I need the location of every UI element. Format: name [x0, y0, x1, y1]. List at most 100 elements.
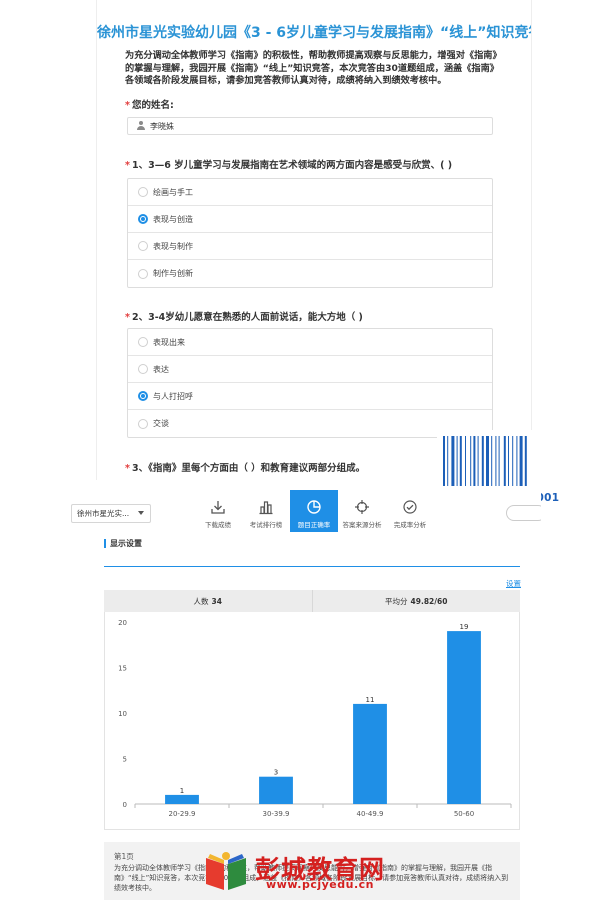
option-label: 表现与创造: [153, 214, 193, 224]
quiz-select-value: 徐州市星光实...: [77, 509, 130, 518]
radio-icon[interactable]: [138, 337, 148, 347]
question-3-text: 3、《指南》里每个方面由（ ）和教育建议两部分组成。: [131, 463, 366, 474]
barcode-bar: [519, 436, 523, 486]
option[interactable]: 制作与创新: [128, 260, 492, 287]
results-dashboard: 徐州市星光实... 下载成绩 考试排行榜 题目正确率 答案来源分析 完成率分析 …: [66, 490, 541, 900]
stat-count-label: 人数: [193, 596, 209, 606]
barcode-bar: [524, 436, 527, 486]
question-1-label: * 1、3—6 岁儿童学习与发展指南在艺术领域的两方面内容是感受与欣赏、( ): [125, 160, 453, 171]
tool-completion[interactable]: 完成率分析: [386, 490, 434, 532]
name-label-text: 您的姓名:: [131, 100, 174, 111]
option[interactable]: 与人打招呼: [128, 383, 492, 410]
tool-label: 完成率分析: [393, 521, 427, 529]
book-logo-icon: [206, 852, 246, 890]
radio-icon[interactable]: [138, 187, 148, 197]
user-icon: [136, 121, 146, 131]
toolbar-right-button[interactable]: [506, 505, 541, 521]
option-label: 制作与创新: [153, 269, 193, 278]
quiz-title: 徐州市星光实验幼儿园《3 - 6岁儿童学习与发展指南》“线上”知识竞答: [97, 25, 532, 41]
tool-label: 考试排行榜: [249, 521, 283, 529]
barcode-bar: [465, 436, 466, 486]
name-question-label: * 您的姓名:: [125, 100, 174, 111]
title-accent-bar: [104, 539, 106, 548]
option-label: 绘画与手工: [153, 187, 193, 197]
radio-icon[interactable]: [138, 418, 148, 429]
watermark-logo: 彭城教育网 www.pcjyedu.cn: [200, 848, 420, 896]
name-value: 李晓姝: [150, 121, 174, 131]
data-label: 3: [274, 769, 278, 777]
y-tick-label: 10: [118, 710, 127, 718]
divider: [104, 566, 520, 567]
radio-checked-icon[interactable]: [138, 214, 148, 224]
y-tick-label: 20: [118, 619, 127, 627]
tool-ranking[interactable]: 考试排行榜: [242, 490, 290, 532]
option[interactable]: 表现出来: [128, 329, 492, 356]
target-icon: [355, 500, 369, 514]
radio-icon[interactable]: [138, 268, 148, 279]
stat-average-value: 49.82/60: [410, 596, 448, 606]
barcode-bar: [473, 436, 476, 486]
option[interactable]: 表达: [128, 356, 492, 383]
barcode-bar: [451, 436, 455, 486]
question-2-options: 表现出来 表达 与人打招呼 交谈: [127, 328, 493, 438]
tool-download-scores[interactable]: 下载成绩: [194, 490, 242, 532]
tool-label: 下载成绩: [205, 521, 231, 529]
chart-svg: 0 5 10 15 20 1 20-29.9 3 30-39.9 11 40-49.9 19 50-60: [118, 619, 512, 818]
settings-link[interactable]: 设置: [506, 578, 521, 589]
x-tick-label: 20-29.9: [168, 810, 195, 818]
pie-chart-icon: [307, 500, 321, 514]
barcode-bar: [498, 436, 500, 486]
barcode-bar: [503, 436, 506, 486]
barcode-bar: [495, 436, 497, 486]
question-2-text: 2、3-4岁幼儿愿意在熟悉的人面前说话，能大方地（ ): [131, 312, 363, 323]
panel-title-text: 显示设置: [110, 539, 142, 548]
option[interactable]: 绘画与手工: [128, 179, 492, 206]
question-2-label: * 2、3-4岁幼儿愿意在熟悉的人面前说话，能大方地（ ): [125, 312, 363, 323]
barcode-bar: [443, 436, 445, 486]
option-label: 与人打招呼: [153, 391, 193, 401]
option-label: 表现与制作: [153, 241, 193, 251]
option-label: 交谈: [153, 419, 169, 428]
bar: [259, 776, 293, 804]
option-label: 表现出来: [153, 337, 185, 347]
data-label: 11: [366, 696, 375, 704]
barcode-bar: [486, 436, 489, 486]
stat-count-value: 34: [211, 596, 222, 606]
check-circle-icon: [403, 500, 417, 514]
barcode-bar: [516, 436, 518, 486]
radio-icon[interactable]: [138, 241, 148, 251]
barcode-bar: [512, 436, 514, 486]
option[interactable]: 表现与制作: [128, 233, 492, 260]
tool-answer-source[interactable]: 答案来源分析: [338, 490, 386, 532]
ranking-icon: [259, 501, 273, 515]
barcode-bar: [508, 436, 509, 486]
data-label: 19: [460, 623, 469, 631]
tool-accuracy[interactable]: 题目正确率: [290, 490, 338, 532]
name-field[interactable]: 李晓姝: [127, 117, 493, 135]
x-tick-label: 50-60: [454, 810, 474, 818]
question-1-options: 绘画与手工 表现与创造 表现与制作 制作与创新: [127, 178, 493, 288]
barcode-bar: [481, 436, 484, 486]
radio-checked-icon[interactable]: [138, 391, 148, 401]
option-label: 表达: [153, 364, 169, 374]
bar: [447, 631, 481, 804]
barcode-bar: [447, 436, 449, 486]
panel-title: 显示设置: [104, 538, 142, 549]
y-tick-label: 15: [118, 665, 127, 673]
barcode-bar: [491, 436, 493, 486]
tool-label: 答案来源分析: [342, 521, 382, 529]
y-tick-label: 0: [123, 801, 127, 809]
x-tick-label: 30-39.9: [262, 810, 289, 818]
question-1-text: 1、3—6 岁儿童学习与发展指南在艺术领域的两方面内容是感受与欣赏、( ): [131, 160, 453, 171]
data-label: 1: [180, 787, 184, 795]
quiz-intro: 为充分调动全体教师学习《指南》的积极性，帮助教师提高观察与反思能力，增强对《指南…: [125, 50, 502, 86]
question-3-label: * 3、《指南》里每个方面由（ ）和教育建议两部分组成。: [125, 463, 366, 474]
x-tick-label: 40-49.9: [356, 810, 383, 818]
download-icon: [211, 501, 225, 514]
option[interactable]: 表现与创造: [128, 206, 492, 233]
bar: [165, 794, 199, 804]
score-distribution-chart: 0 5 10 15 20 1 20-29.9 3 30-39.9 11 40-49.9 19 50-60: [104, 612, 520, 830]
quiz-select[interactable]: 徐州市星光实...: [71, 504, 151, 523]
barcode-bar: [456, 436, 458, 486]
radio-icon[interactable]: [138, 364, 148, 374]
